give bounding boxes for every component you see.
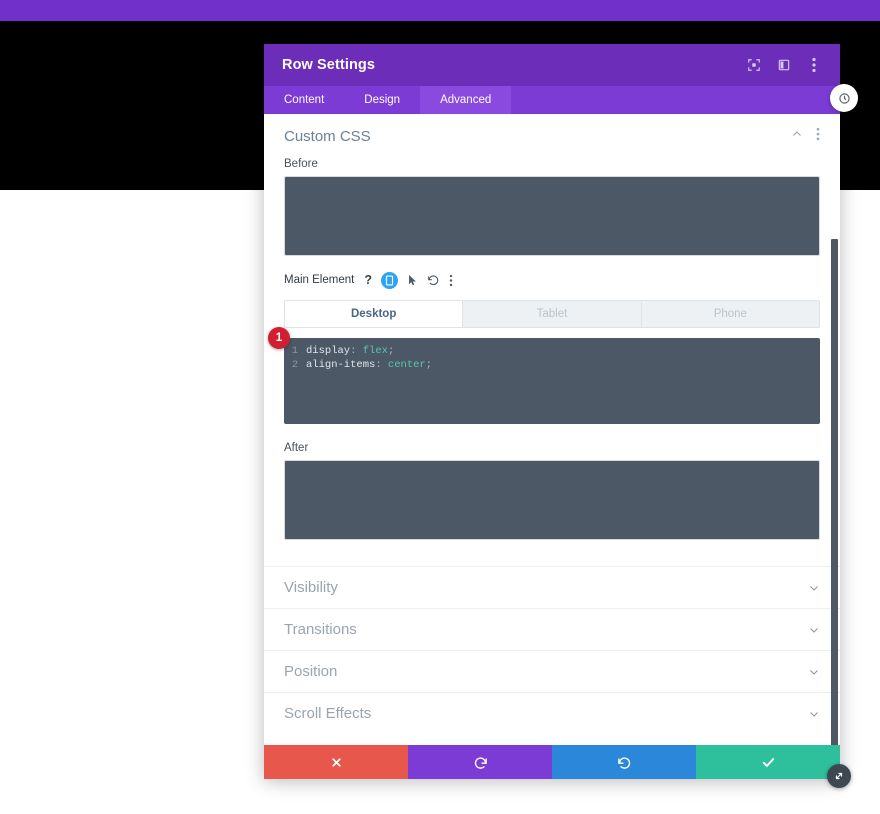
undo-icon [474, 756, 487, 769]
floating-settings-button[interactable] [830, 84, 858, 112]
save-button[interactable] [696, 745, 840, 779]
code-line: 1 display: flex; [284, 344, 820, 358]
screen-root: Row Settings Content Design Advanced Cus… [0, 0, 880, 814]
css-property: align-items [306, 359, 376, 371]
device-tab-desktop[interactable]: Desktop [285, 301, 464, 327]
modal-header: Row Settings [264, 44, 840, 86]
split-view-icon[interactable] [776, 57, 792, 73]
undo-button[interactable] [408, 745, 552, 779]
section-label: Position [284, 663, 338, 680]
more-options-icon[interactable] [816, 127, 820, 146]
page-top-bar [0, 0, 880, 21]
main-element-row: Main Element ? [264, 266, 840, 294]
after-css-input[interactable] [284, 460, 820, 540]
settings-scroll-area: Custom CSS Before Main Element ? Desktop… [264, 114, 840, 745]
chevron-down-icon [808, 582, 820, 594]
code-line-text: align-items: center; [306, 358, 432, 372]
chevron-down-icon [808, 708, 820, 720]
redo-button[interactable] [552, 745, 696, 779]
chevron-down-icon [808, 624, 820, 636]
modal-header-icons [746, 57, 822, 73]
line-number: 2 [291, 359, 298, 371]
before-css-input[interactable] [284, 176, 820, 256]
row-settings-modal: Row Settings Content Design Advanced Cus… [264, 44, 840, 779]
settings-gear-icon [838, 92, 850, 104]
reset-icon[interactable] [427, 274, 440, 287]
section-row-position[interactable]: Position [264, 650, 840, 692]
section-row-transitions[interactable]: Transitions [264, 608, 840, 650]
code-line: 2 align-items: center; [284, 358, 820, 372]
custom-css-title: Custom CSS [284, 127, 371, 145]
more-options-icon[interactable] [806, 57, 822, 73]
step-badge: 1 [268, 327, 290, 349]
redo-icon [617, 756, 630, 769]
modal-footer [264, 745, 840, 779]
device-tabs: Desktop Tablet Phone [284, 300, 820, 328]
main-element-label: Main Element [284, 274, 355, 286]
css-code-editor[interactable]: 1 display: flex; 2 align-items: center; [284, 338, 820, 424]
device-tab-phone[interactable]: Phone [641, 301, 819, 327]
css-code-editor-wrapper: 1 1 display: flex; 2 align-items: center… [268, 327, 820, 424]
before-css-field: Before [264, 158, 840, 256]
tab-content[interactable]: Content [264, 86, 344, 114]
css-value: flex [362, 345, 388, 357]
custom-css-header-icons [791, 127, 820, 146]
modal-scrollbar-thumb[interactable] [831, 239, 838, 745]
custom-css-section-header[interactable]: Custom CSS [264, 114, 840, 158]
css-value: center [387, 359, 426, 371]
fullscreen-icon[interactable] [746, 57, 762, 73]
section-label: Visibility [284, 579, 338, 596]
modal-tabs: Content Design Advanced [264, 86, 840, 114]
css-colon: : [350, 345, 363, 357]
section-label: Scroll Effects [284, 705, 372, 722]
modal-body: Custom CSS Before Main Element ? Desktop… [264, 114, 840, 745]
resize-handle[interactable] [827, 764, 851, 788]
section-row-scroll-effects[interactable]: Scroll Effects [264, 692, 840, 734]
tab-advanced[interactable]: Advanced [420, 86, 512, 114]
line-number: 1 [291, 345, 298, 357]
before-label: Before [284, 158, 318, 170]
main-element-icons: ? [364, 271, 453, 289]
css-semicolon: ; [425, 359, 433, 371]
more-options-icon[interactable] [449, 274, 453, 287]
section-label: Transitions [284, 621, 357, 638]
page-title: Row Settings [282, 57, 376, 73]
collapsed-sections-list: Visibility Transitions Position Scroll E… [264, 566, 840, 734]
after-label: After [284, 442, 309, 454]
chevron-down-icon [808, 666, 820, 678]
chevron-up-icon[interactable] [791, 127, 803, 145]
css-property: display [306, 345, 351, 357]
resize-diagonal-icon [835, 772, 843, 780]
css-colon: : [375, 359, 388, 371]
device-tab-tablet[interactable]: Tablet [463, 301, 642, 327]
cancel-button[interactable] [264, 745, 408, 779]
help-icon[interactable]: ? [364, 273, 372, 287]
after-css-field: After [264, 442, 840, 540]
tab-design[interactable]: Design [344, 86, 420, 114]
css-semicolon: ; [387, 345, 395, 357]
responsive-icon[interactable] [380, 271, 398, 289]
hover-pointer-icon[interactable] [407, 274, 418, 287]
section-row-visibility[interactable]: Visibility [264, 566, 840, 608]
check-icon [762, 757, 774, 767]
close-icon [331, 757, 341, 767]
code-line-text: display: flex; [306, 344, 394, 358]
